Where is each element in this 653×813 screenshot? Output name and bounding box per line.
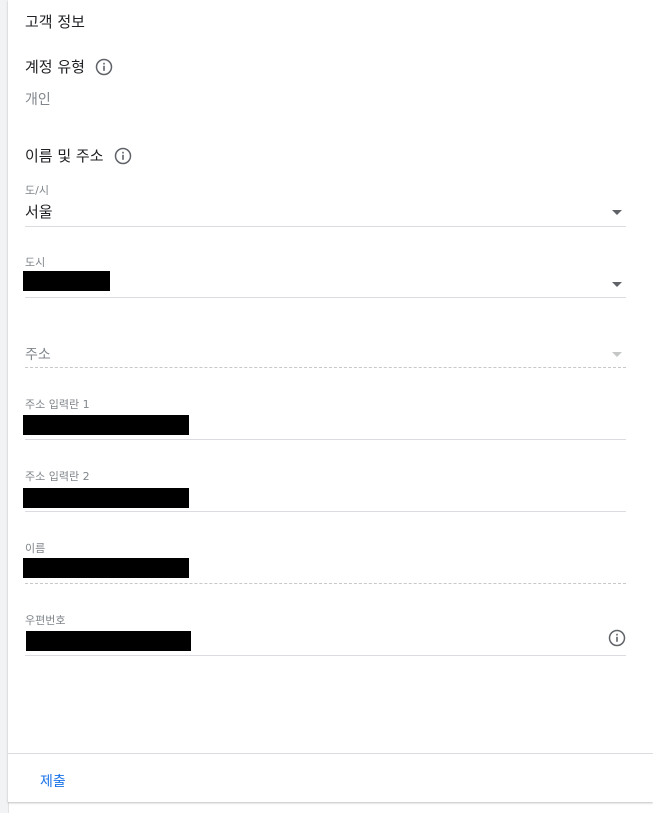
name-address-label: 이름 및 주소 — [25, 147, 104, 165]
province-value: 서울 — [25, 203, 53, 221]
info-icon[interactable] — [114, 147, 132, 165]
city-underline — [25, 297, 626, 298]
province-label: 도/시 — [25, 184, 49, 197]
address-line2-label: 주소 입력란 2 — [25, 470, 90, 483]
address-line1-input[interactable]: 주소 입력란 1 — [23, 396, 626, 442]
province-underline — [25, 226, 626, 227]
address-underline — [25, 367, 626, 368]
address-line1-value-redacted — [23, 415, 189, 435]
address-line2-underline — [25, 511, 626, 512]
account-type-heading: 계정 유형 — [25, 56, 113, 77]
name-input[interactable]: 이름 — [23, 540, 626, 586]
city-label: 도시 — [25, 256, 46, 269]
chevron-down-icon[interactable] — [612, 210, 622, 215]
account-type-value: 개인 — [25, 92, 51, 108]
page: 고객 정보 계정 유형 개인 이름 및 주소 도/시 서울 도시 주소 주소 입… — [0, 0, 653, 813]
city-select[interactable]: 도시 — [23, 254, 626, 300]
customer-info-card: 고객 정보 계정 유형 개인 이름 및 주소 도/시 서울 도시 주소 주소 입… — [8, 0, 653, 802]
section-title: 고객 정보 — [25, 13, 85, 31]
city-value-redacted — [23, 271, 110, 291]
postal-code-input[interactable]: 우편번호 — [25, 612, 626, 658]
footer-divider — [8, 753, 653, 754]
name-value-redacted — [23, 558, 189, 578]
province-select[interactable]: 도/시 서울 — [25, 182, 626, 228]
address-line2-value-redacted — [23, 488, 189, 508]
submit-button[interactable]: 제출 — [40, 769, 66, 793]
postal-code-label: 우편번호 — [25, 614, 66, 627]
name-underline — [25, 583, 626, 584]
account-type-label: 계정 유형 — [25, 58, 85, 76]
chevron-down-icon[interactable] — [612, 282, 622, 287]
address-line1-label: 주소 입력란 1 — [25, 398, 90, 411]
name-label: 이름 — [25, 542, 46, 555]
address-select[interactable]: 주소 — [25, 342, 626, 370]
info-icon[interactable] — [608, 629, 626, 647]
address-placeholder: 주소 — [25, 347, 51, 363]
chevron-down-icon — [612, 352, 622, 357]
info-icon[interactable] — [95, 58, 113, 76]
postal-code-underline — [25, 655, 626, 656]
postal-code-value-redacted — [26, 631, 191, 651]
address-line1-underline — [25, 439, 626, 440]
name-address-heading: 이름 및 주소 — [25, 145, 132, 166]
address-line2-input[interactable]: 주소 입력란 2 — [23, 468, 626, 514]
